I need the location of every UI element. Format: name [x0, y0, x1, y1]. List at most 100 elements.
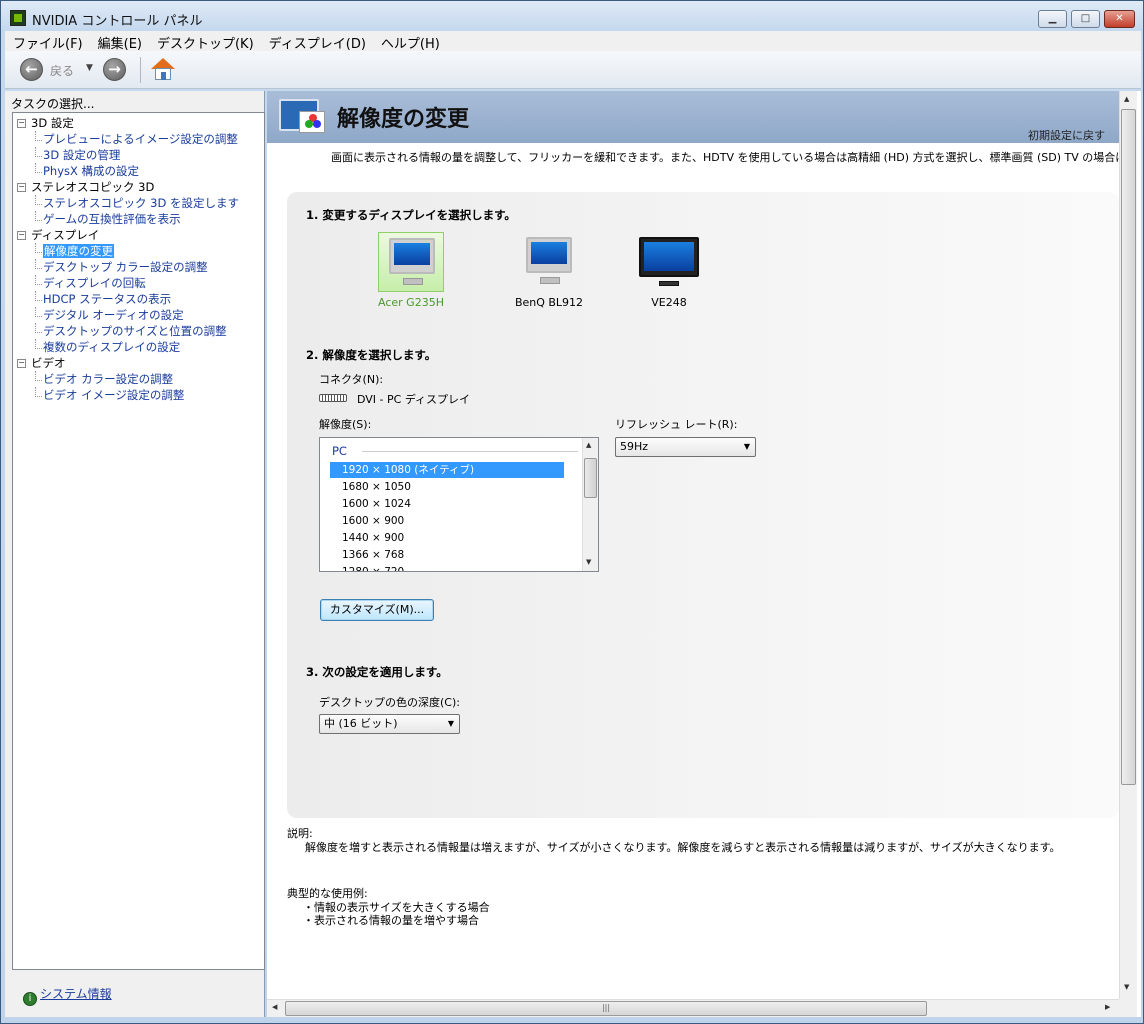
menu-edit[interactable]: 編集(E)	[90, 31, 149, 52]
tree-label[interactable]: プレビューによるイメージ設定の調整	[43, 132, 238, 146]
description-title: 説明:	[287, 827, 313, 840]
menu-help[interactable]: ヘルプ(H)	[373, 31, 447, 52]
back-label[interactable]: 戻る	[50, 62, 74, 79]
monitor-icon	[639, 237, 699, 286]
tree-item[interactable]: ビデオ カラー設定の調整	[13, 371, 264, 387]
tree-item[interactable]: ステレオスコピック 3D を設定します	[13, 195, 264, 211]
tree-label[interactable]: 複数のディスプレイの設定	[43, 340, 180, 354]
tree-item[interactable]: 3D 設定の管理	[13, 147, 264, 163]
menu-file[interactable]: ファイル(F)	[5, 31, 90, 52]
tree-label[interactable]: ゲームの互換性評価を表示	[43, 212, 181, 226]
tree-label[interactable]: デスクトップ カラー設定の調整	[43, 260, 208, 274]
maximize-button[interactable]: □	[1071, 10, 1100, 28]
tree-label[interactable]: HDCP ステータスの表示	[43, 292, 171, 306]
scrollbar-corner	[1119, 999, 1137, 1017]
tree-category[interactable]: −3D 設定	[13, 115, 264, 131]
resolution-option[interactable]: 1600 × 900	[330, 513, 564, 529]
collapse-icon[interactable]: −	[17, 359, 26, 368]
collapse-icon[interactable]: −	[17, 231, 26, 240]
scroll-right-icon[interactable]: ▶	[1105, 1003, 1110, 1011]
connector-value: DVI - PC ディスプレイ	[319, 391, 470, 407]
toolbar: ← 戻る ▼ →	[5, 51, 1141, 89]
tree-label[interactable]: 3D 設定の管理	[43, 148, 120, 162]
resolution-option[interactable]: 1600 × 1024	[330, 496, 564, 512]
tree-item[interactable]: プレビューによるイメージ設定の調整	[13, 131, 264, 147]
tree-label[interactable]: ビデオ	[31, 356, 66, 370]
tree-item[interactable]: 解像度の変更	[13, 243, 264, 259]
display-option[interactable]: BenQ BL912	[513, 232, 585, 309]
scroll-up-icon[interactable]: ▲	[1124, 95, 1129, 103]
tree-label[interactable]: ディスプレイの回転	[43, 276, 146, 290]
monitor-icon	[389, 238, 435, 285]
scroll-thumb[interactable]	[1121, 109, 1136, 785]
resolution-list-scrollbar[interactable]: ▲ ▼	[582, 438, 598, 571]
tree-label[interactable]: ディスプレイ	[31, 228, 99, 242]
usage-item: ・表示される情報の量を増やす場合	[303, 914, 479, 927]
scroll-down-icon[interactable]: ▼	[1124, 983, 1129, 991]
refresh-rate-select[interactable]: 59Hz ▼	[615, 437, 756, 457]
tree-item[interactable]: PhysX 構成の設定	[13, 163, 264, 179]
tree-category[interactable]: − ディスプレイ	[13, 227, 264, 243]
scroll-up-icon[interactable]: ▲	[586, 441, 591, 449]
tree-label[interactable]: デジタル オーディオの設定	[43, 308, 184, 322]
menu-desktop[interactable]: デスクトップ(K)	[149, 31, 261, 52]
tree-label[interactable]: ステレオスコピック 3D	[31, 180, 154, 194]
forward-arrow-icon[interactable]: →	[103, 58, 126, 81]
color-depth-select[interactable]: 中 (16 ビット) ▼	[319, 714, 460, 734]
content-pane: 解像度の変更 初期設定に戻す 画面に表示される情報の量を調整して、フリッカーを緩…	[267, 91, 1141, 1017]
tree-item[interactable]: デスクトップのサイズと位置の調整	[13, 323, 264, 339]
step2-heading: 2. 解像度を選択します。	[306, 348, 437, 362]
minimize-button[interactable]: ▁	[1038, 10, 1067, 28]
restore-defaults-link[interactable]: 初期設定に戻す	[1028, 127, 1105, 143]
content-horizontal-scrollbar[interactable]: ◀ ||| ▶	[267, 999, 1119, 1017]
tree-category[interactable]: − ステレオスコピック 3D	[13, 179, 264, 195]
tree-label[interactable]: ビデオ イメージ設定の調整	[43, 388, 184, 402]
content-vertical-scrollbar[interactable]: ▲ ▼	[1119, 91, 1137, 999]
customize-button[interactable]: カスタマイズ(M)...	[320, 599, 434, 621]
tree-item[interactable]: 複数のディスプレイの設定	[13, 339, 264, 355]
tree-item[interactable]: HDCP ステータスの表示	[13, 291, 264, 307]
settings-panel: 1. 変更するディスプレイを選択します。 Acer G235H BenQ BL91…	[287, 192, 1119, 818]
history-dropdown-icon[interactable]: ▼	[86, 63, 93, 73]
tree-category[interactable]: − ビデオ	[13, 355, 264, 371]
nvidia-app-icon	[10, 10, 26, 26]
display-name: BenQ BL912	[514, 296, 584, 309]
tree-label[interactable]: PhysX 構成の設定	[43, 164, 139, 178]
tree-label[interactable]: ステレオスコピック 3D を設定します	[43, 196, 239, 210]
back-arrow-icon[interactable]: ←	[20, 58, 43, 81]
close-button[interactable]: ✕	[1104, 10, 1135, 28]
resolution-option[interactable]: 1920 × 1080 (ネイティブ)	[330, 462, 564, 478]
collapse-icon[interactable]: −	[17, 119, 26, 128]
tree-label[interactable]: ビデオ カラー設定の調整	[43, 372, 173, 386]
display-name: VE248	[651, 296, 687, 309]
tree-item[interactable]: ゲームの互換性評価を表示	[13, 211, 264, 227]
tree-item[interactable]: ディスプレイの回転	[13, 275, 264, 291]
chevron-down-icon: ▼	[743, 442, 750, 451]
tree-item[interactable]: デジタル オーディオの設定	[13, 307, 264, 323]
window-title: NVIDIA コントロール パネル	[32, 14, 203, 29]
tree-item[interactable]: デスクトップ カラー設定の調整	[13, 259, 264, 275]
display-option[interactable]: Acer G235H	[375, 232, 447, 309]
menu-display[interactable]: ディスプレイ(D)	[261, 31, 373, 52]
menu-bar: ファイル(F) 編集(E) デスクトップ(K) ディスプレイ(D) ヘルプ(H)	[5, 31, 1141, 52]
tree-label[interactable]: 解像度の変更	[43, 244, 114, 258]
collapse-icon[interactable]: −	[17, 183, 26, 192]
resolution-option[interactable]: 1280 × 720	[330, 564, 564, 571]
scroll-down-icon[interactable]: ▼	[586, 558, 591, 566]
home-icon[interactable]	[150, 56, 176, 82]
tree-label[interactable]: デスクトップのサイズと位置の調整	[43, 324, 227, 338]
resolution-option[interactable]: 1440 × 900	[330, 530, 564, 546]
tree-item[interactable]: ビデオ イメージ設定の調整	[13, 387, 264, 403]
resolution-option[interactable]: 1680 × 1050	[330, 479, 564, 495]
resolution-listbox[interactable]: PC 1920 × 1080 (ネイティブ) 1680 × 1050 1600 × …	[319, 437, 599, 572]
scroll-thumb[interactable]	[584, 458, 597, 498]
page-title: 解像度の変更	[337, 107, 470, 132]
system-info-link[interactable]: i システム情報	[23, 985, 112, 1006]
display-option[interactable]: VE248	[633, 232, 705, 309]
connector-label: コネクタ(N):	[319, 373, 384, 386]
scroll-thumb[interactable]: |||	[285, 1001, 927, 1016]
scroll-left-icon[interactable]: ◀	[272, 1003, 277, 1011]
resolution-option[interactable]: 1366 × 768	[330, 547, 564, 563]
tree-label[interactable]: 3D 設定	[31, 116, 74, 130]
display-name: Acer G235H	[378, 296, 444, 309]
